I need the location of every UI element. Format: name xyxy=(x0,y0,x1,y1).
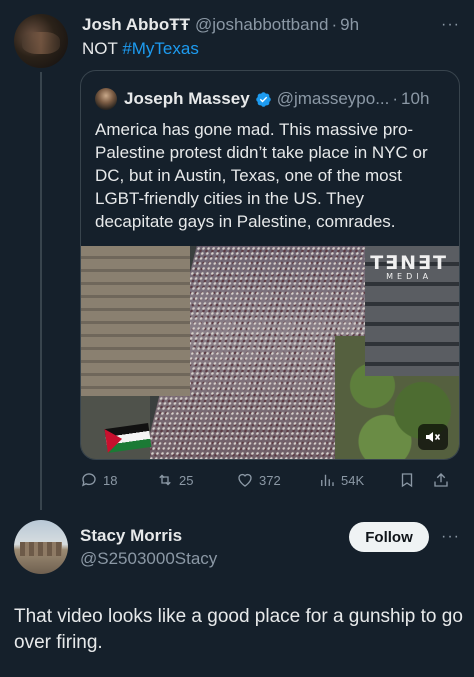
views-action[interactable]: 54K xyxy=(318,471,364,489)
heart-icon xyxy=(238,473,252,487)
timestamp[interactable]: 9h xyxy=(340,15,359,35)
repost-count: 25 xyxy=(179,472,194,488)
mute-toggle-button[interactable] xyxy=(418,424,448,450)
thread-line xyxy=(40,72,42,510)
display-name[interactable]: Josh AbboŦŦ xyxy=(82,15,190,35)
reply-avatar[interactable] xyxy=(14,520,68,574)
tweet-text-prefix: NOT xyxy=(82,39,118,58)
hashtag-link[interactable]: #MyTexas xyxy=(122,39,199,58)
muted-speaker-icon xyxy=(426,432,441,442)
reply-icon xyxy=(81,473,96,487)
bookmark-action[interactable] xyxy=(398,471,416,489)
reply-count: 18 xyxy=(103,472,118,488)
verified-badge-icon xyxy=(255,91,271,107)
tweet-header: Josh AbboŦŦ @joshabbottband · 9h xyxy=(82,14,359,36)
like-count: 372 xyxy=(259,472,281,488)
tweet-actions-bar: 18 25 372 54K xyxy=(80,468,460,492)
views-chart-icon xyxy=(321,474,334,486)
reply-action[interactable]: 18 xyxy=(80,471,117,489)
reply-text: That video looks like a good place for a… xyxy=(14,606,463,653)
avatar[interactable] xyxy=(14,14,68,68)
quoted-avatar xyxy=(95,88,117,110)
quoted-display-name: Joseph Massey xyxy=(124,89,250,108)
parking-garage-image xyxy=(81,246,190,396)
media-watermark: T∃N∃T MEDIA xyxy=(370,252,448,281)
watermark-main: T∃N∃T xyxy=(370,252,448,274)
reply-display-name[interactable]: Stacy Morris xyxy=(80,526,182,546)
view-count: 54K xyxy=(341,472,365,488)
repost-icon xyxy=(159,474,171,486)
quoted-timestamp: 10h xyxy=(401,89,430,108)
share-icon xyxy=(434,473,448,487)
reply-handle[interactable]: @S2503000Stacy xyxy=(80,549,217,569)
quoted-video[interactable]: T∃N∃T MEDIA xyxy=(81,246,459,459)
tweet-text: NOT #MyTexas xyxy=(82,39,199,59)
quoted-tweet-text: America has gone mad. This massive pro-P… xyxy=(95,120,428,231)
like-action[interactable]: 372 xyxy=(236,471,281,489)
reply-more-options-icon[interactable]: ··· xyxy=(441,528,460,546)
handle[interactable]: @joshabbottband xyxy=(195,15,329,35)
bookmark-icon xyxy=(401,473,413,488)
quoted-tweet-card[interactable]: Joseph Massey @jmasseypo... · 10h Americ… xyxy=(80,70,460,460)
separator: · xyxy=(331,15,338,34)
separator: · xyxy=(392,89,399,108)
more-options-icon[interactable]: ··· xyxy=(441,16,460,34)
quoted-handle: @jmasseypo... xyxy=(276,89,390,108)
quoted-tweet-header: Joseph Massey @jmasseypo... · 10h xyxy=(95,87,429,111)
follow-button[interactable]: Follow xyxy=(349,522,429,552)
share-action[interactable] xyxy=(432,471,450,489)
repost-action[interactable]: 25 xyxy=(156,471,193,489)
